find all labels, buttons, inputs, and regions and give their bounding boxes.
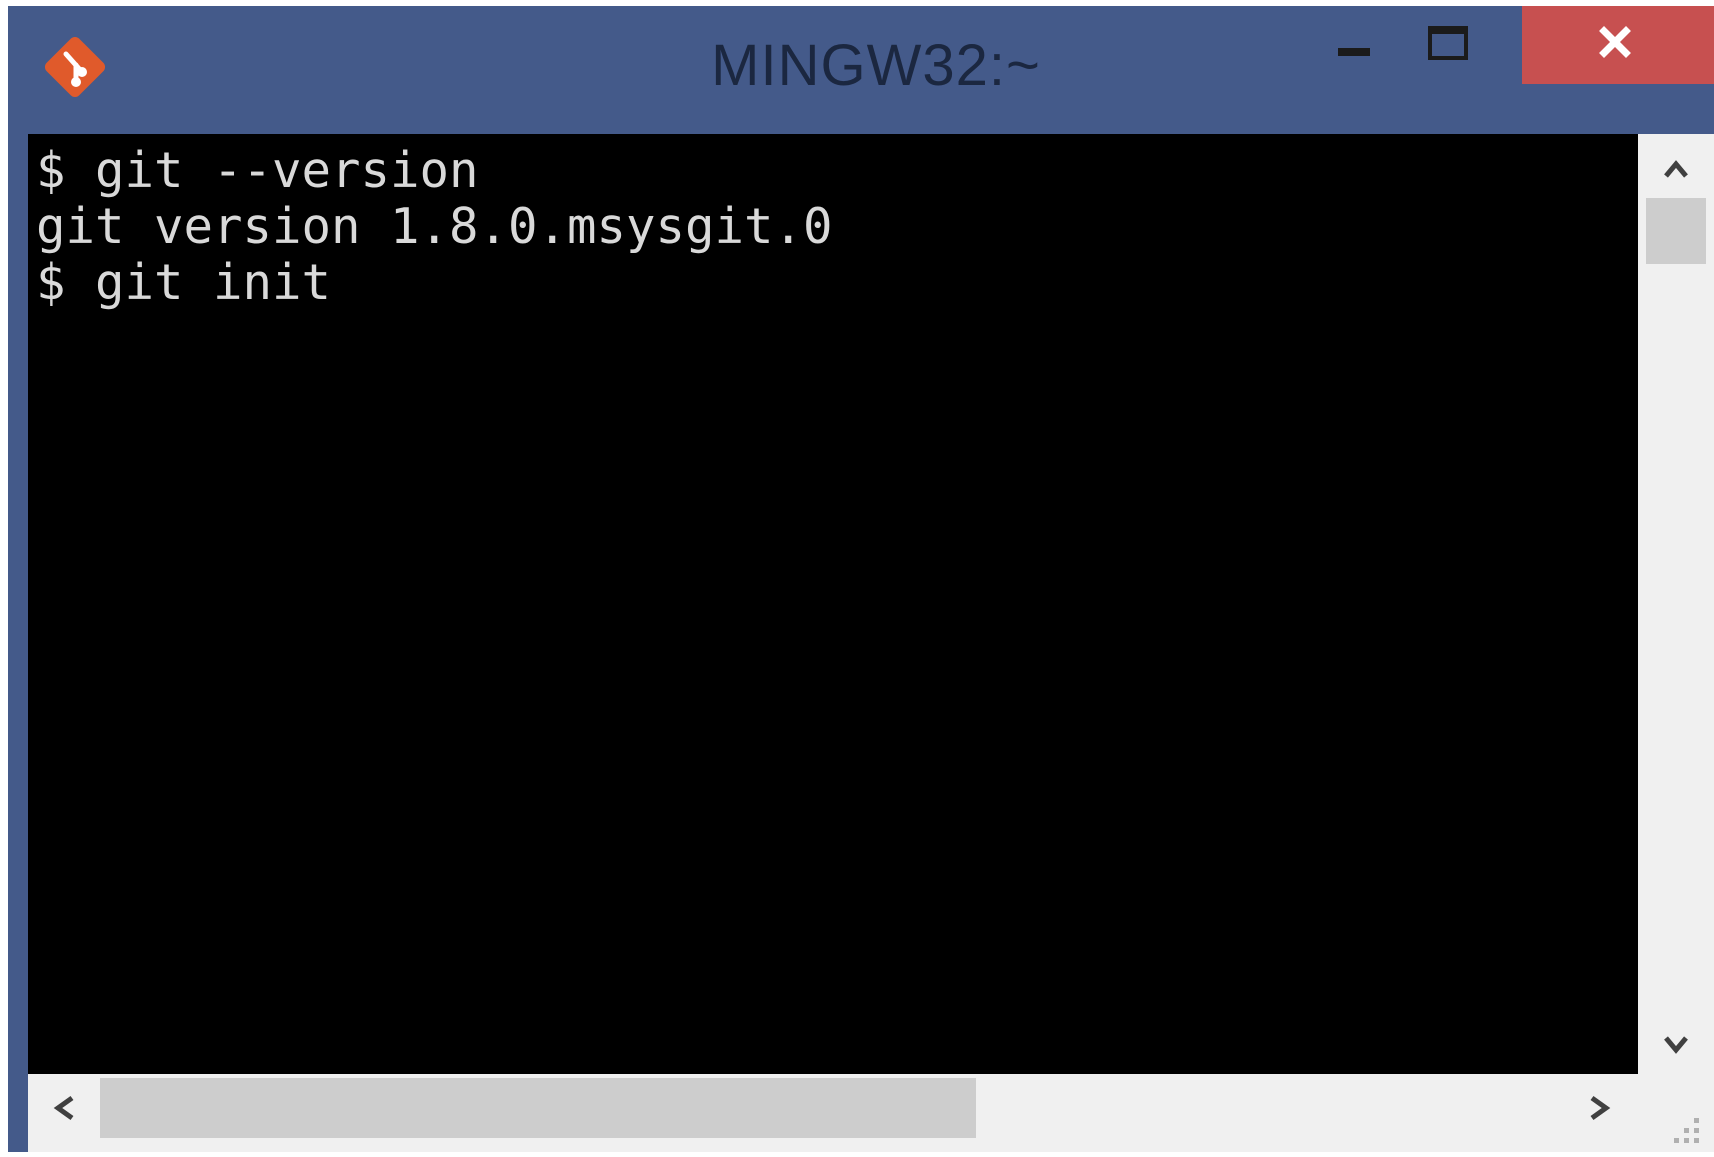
resize-grip[interactable] [1638, 1074, 1714, 1152]
vertical-scrollbar[interactable] [1638, 134, 1714, 1074]
terminal-line: $ git --version [36, 142, 479, 199]
scroll-down-button[interactable] [1638, 1010, 1714, 1074]
chevron-right-icon [1590, 1095, 1611, 1121]
vertical-scroll-thumb[interactable] [1646, 198, 1706, 264]
minimize-button[interactable] [1304, 6, 1404, 84]
chevron-up-icon [1664, 160, 1688, 178]
terminal-window: MINGW32:~ $ git --version git version 1.… [8, 6, 1714, 1152]
close-button[interactable] [1522, 6, 1714, 84]
resize-grip-icon [1674, 1118, 1699, 1143]
terminal-line: git version 1.8.0.msysgit.0 [36, 198, 833, 255]
terminal-output[interactable]: $ git --version git version 1.8.0.msysgi… [28, 134, 1638, 1074]
scroll-up-button[interactable] [1638, 134, 1714, 198]
close-icon [1599, 26, 1631, 58]
terminal-line: $ git init [36, 254, 332, 311]
scroll-right-button[interactable] [1566, 1074, 1638, 1152]
horizontal-scrollbar[interactable] [28, 1074, 1638, 1152]
minimize-icon [1338, 48, 1370, 56]
maximize-icon [1428, 26, 1468, 60]
horizontal-scroll-thumb[interactable] [100, 1078, 976, 1138]
title-bar[interactable]: MINGW32:~ [8, 6, 1714, 134]
scroll-left-button[interactable] [28, 1074, 100, 1152]
chevron-down-icon [1664, 1036, 1688, 1054]
console-area: $ git --version git version 1.8.0.msysgi… [28, 134, 1714, 1152]
chevron-left-icon [53, 1095, 74, 1121]
maximize-button[interactable] [1404, 6, 1504, 84]
